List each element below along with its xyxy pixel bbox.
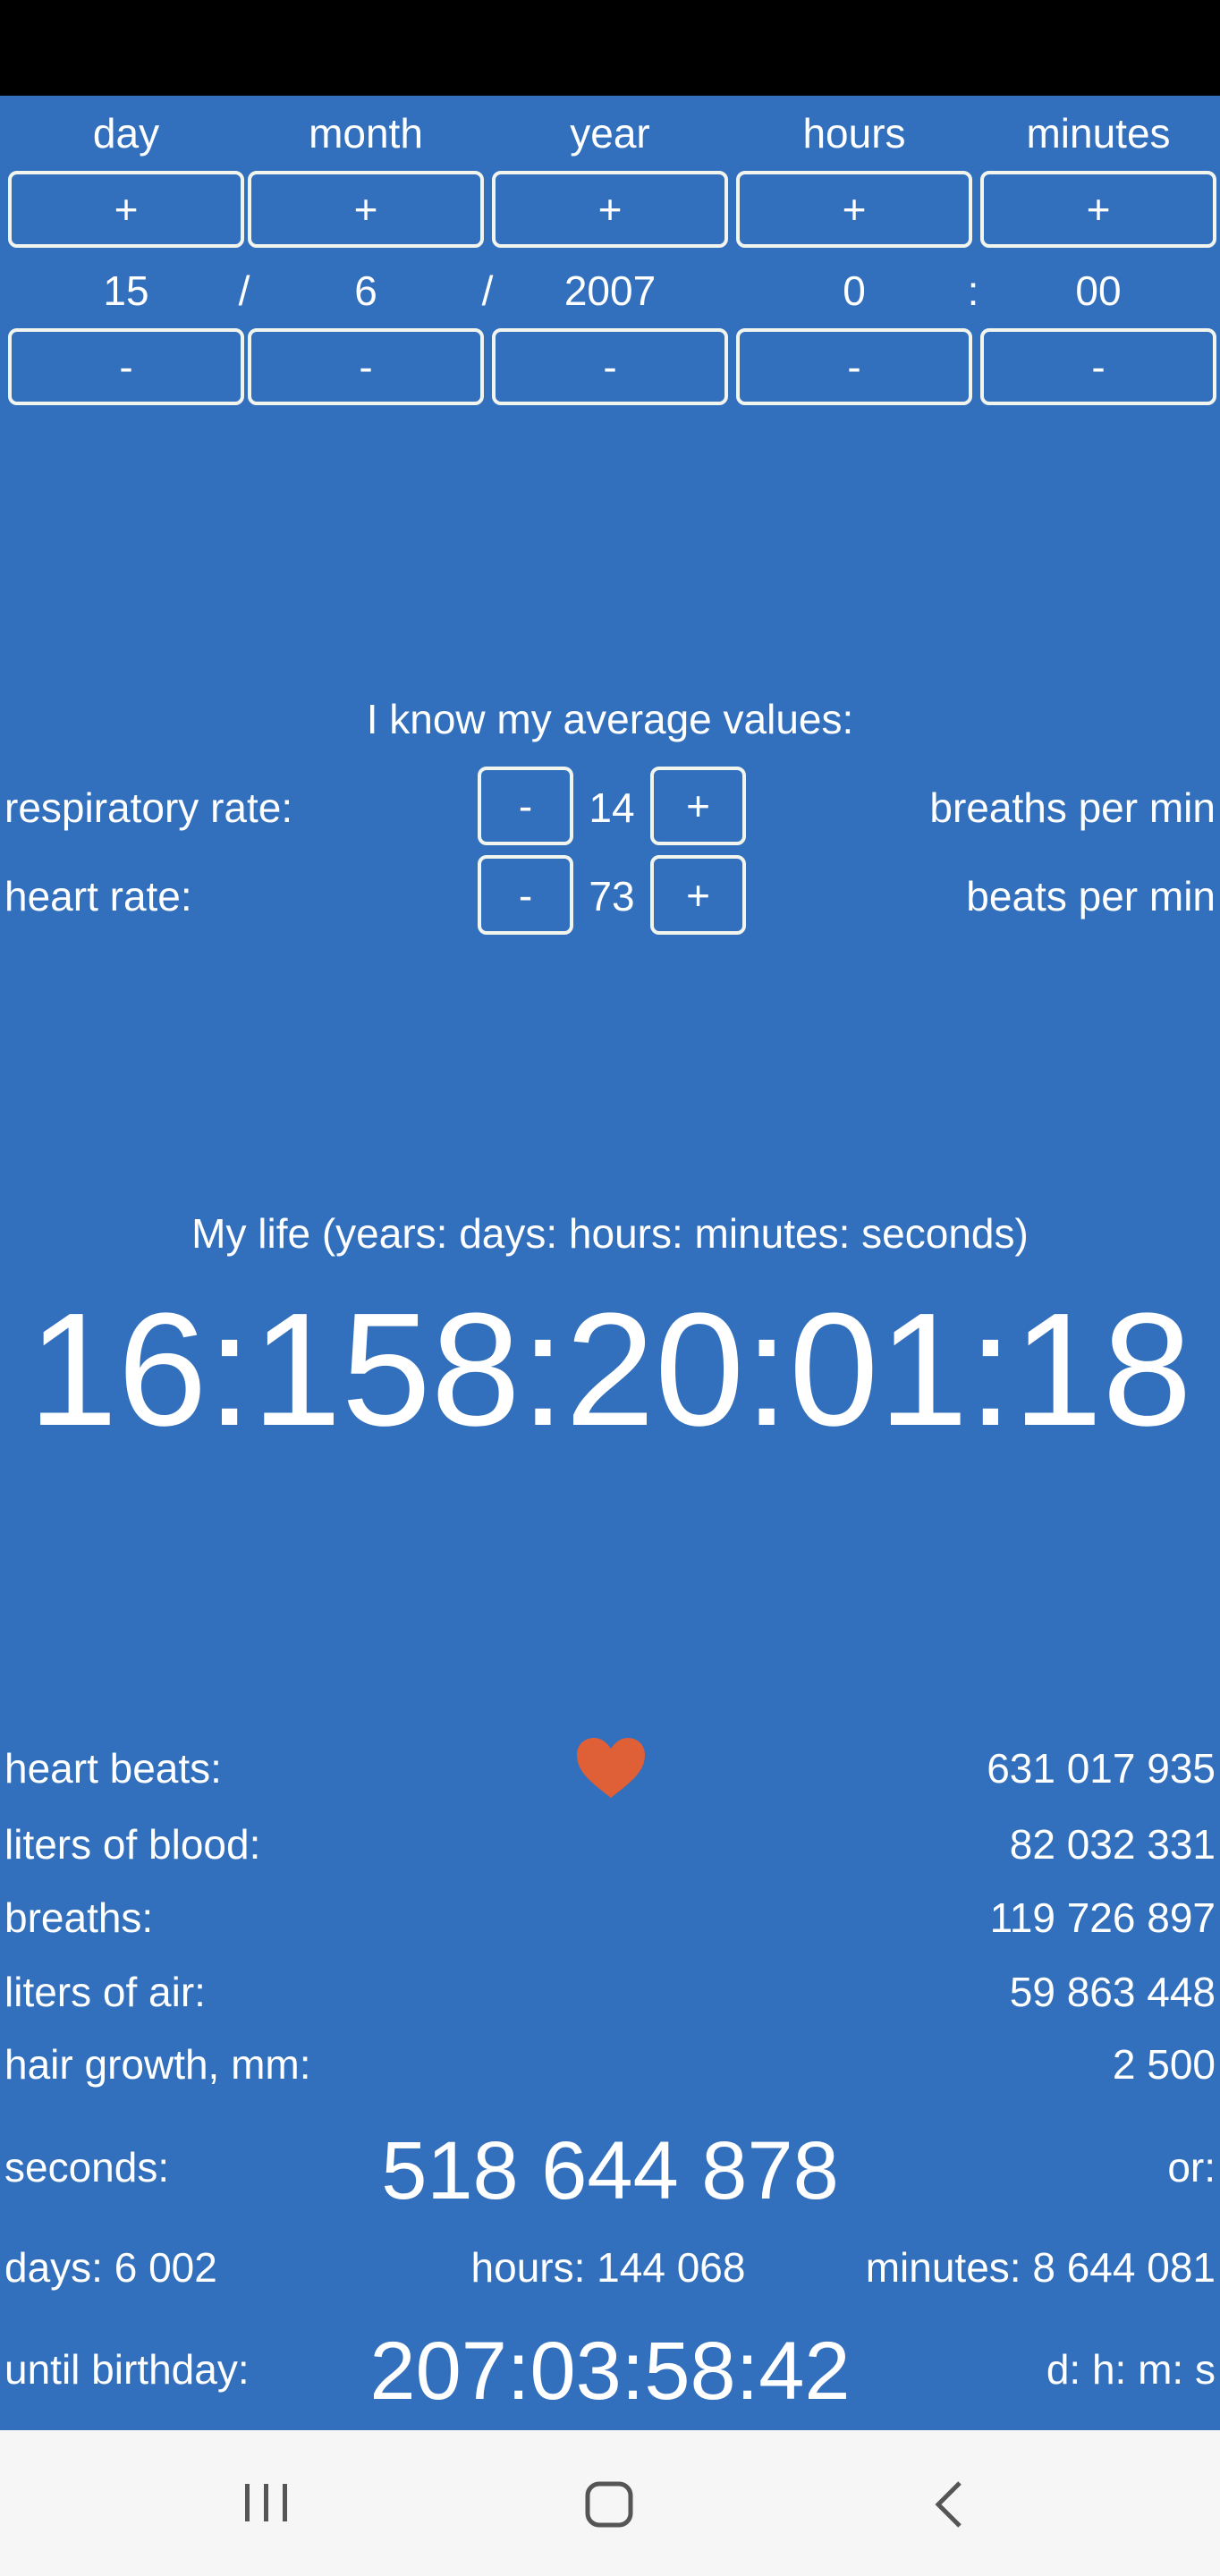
month-label: month <box>309 110 423 157</box>
until-birthday-value: 207:03:58:42 <box>369 2326 851 2417</box>
days-total: days: 6 002 <box>4 2244 217 2291</box>
hours-increase-button[interactable]: + <box>736 171 972 248</box>
heart-icon <box>577 1738 645 1798</box>
respiratory-rate-increase-button[interactable]: + <box>650 767 746 845</box>
month-increase-button[interactable]: + <box>248 171 484 248</box>
heart-rate-unit: beats per min <box>966 873 1216 919</box>
navigation-bar <box>0 2430 1220 2576</box>
date-separator: / <box>481 267 494 314</box>
minutes-value: 00 <box>1075 267 1122 314</box>
birthday-format-label: d: h: m: s <box>1046 2346 1216 2393</box>
year-decrease-button[interactable]: - <box>492 328 728 405</box>
heart-rate-label: heart rate: <box>4 873 192 919</box>
stat-value: 119 726 897 <box>989 1894 1216 1941</box>
stat-label: liters of air: <box>4 1969 206 2015</box>
stat-value: 82 032 331 <box>1009 1821 1216 1868</box>
heart-rate-value: 73 <box>589 873 635 919</box>
date-separator: : <box>967 267 979 314</box>
respiratory-rate-decrease-button[interactable]: - <box>478 767 573 845</box>
day-value: 15 <box>103 267 149 314</box>
life-title: My life (years: days: hours: minutes: se… <box>191 1210 1029 1257</box>
date-separator: / <box>238 267 250 314</box>
stat-value: 2 500 <box>1112 2041 1216 2088</box>
stat-value: 631 017 935 <box>987 1745 1216 1792</box>
month-value: 6 <box>354 267 377 314</box>
stat-label: liters of blood: <box>4 1821 261 1868</box>
averages-title: I know my average values: <box>366 696 854 742</box>
stat-value: 59 863 448 <box>1009 1969 1216 2015</box>
minutes-label: minutes <box>1026 110 1171 157</box>
minutes-decrease-button[interactable]: - <box>980 328 1216 405</box>
or-label: or: <box>1167 2144 1216 2190</box>
respiratory-rate-value: 14 <box>589 784 635 831</box>
seconds-label: seconds: <box>4 2144 170 2190</box>
hours-value: 0 <box>843 267 866 314</box>
day-increase-button[interactable]: + <box>8 171 244 248</box>
stat-label: hair growth, mm: <box>4 2041 311 2088</box>
until-birthday-label: until birthday: <box>4 2346 250 2393</box>
year-increase-button[interactable]: + <box>492 171 728 248</box>
hours-decrease-button[interactable]: - <box>736 328 972 405</box>
day-decrease-button[interactable]: - <box>8 328 244 405</box>
heart-rate-decrease-button[interactable]: - <box>478 855 573 935</box>
respiratory-rate-label: respiratory rate: <box>4 784 293 831</box>
day-label: day <box>92 110 160 157</box>
minutes-increase-button[interactable]: + <box>980 171 1216 248</box>
hours-total: hours: 144 068 <box>470 2244 746 2291</box>
respiratory-rate-unit: breaths per min <box>929 784 1216 831</box>
year-value: 2007 <box>563 267 657 314</box>
stat-label: breaths: <box>4 1894 154 1941</box>
seconds-value: 518 644 878 <box>381 2125 839 2216</box>
status-bar <box>0 0 1220 96</box>
minutes-total: minutes: 8 644 081 <box>865 2244 1216 2291</box>
back-icon[interactable] <box>933 2480 963 2529</box>
month-decrease-button[interactable]: - <box>248 328 484 405</box>
life-counter: 16:158:20:01:18 <box>28 1280 1192 1460</box>
stat-label: heart beats: <box>4 1745 222 1792</box>
home-icon[interactable] <box>585 2481 633 2528</box>
heart-rate-increase-button[interactable]: + <box>650 855 746 935</box>
year-label: year <box>570 110 650 157</box>
recent-apps-icon[interactable] <box>243 2482 290 2523</box>
hours-label: hours <box>802 110 906 157</box>
